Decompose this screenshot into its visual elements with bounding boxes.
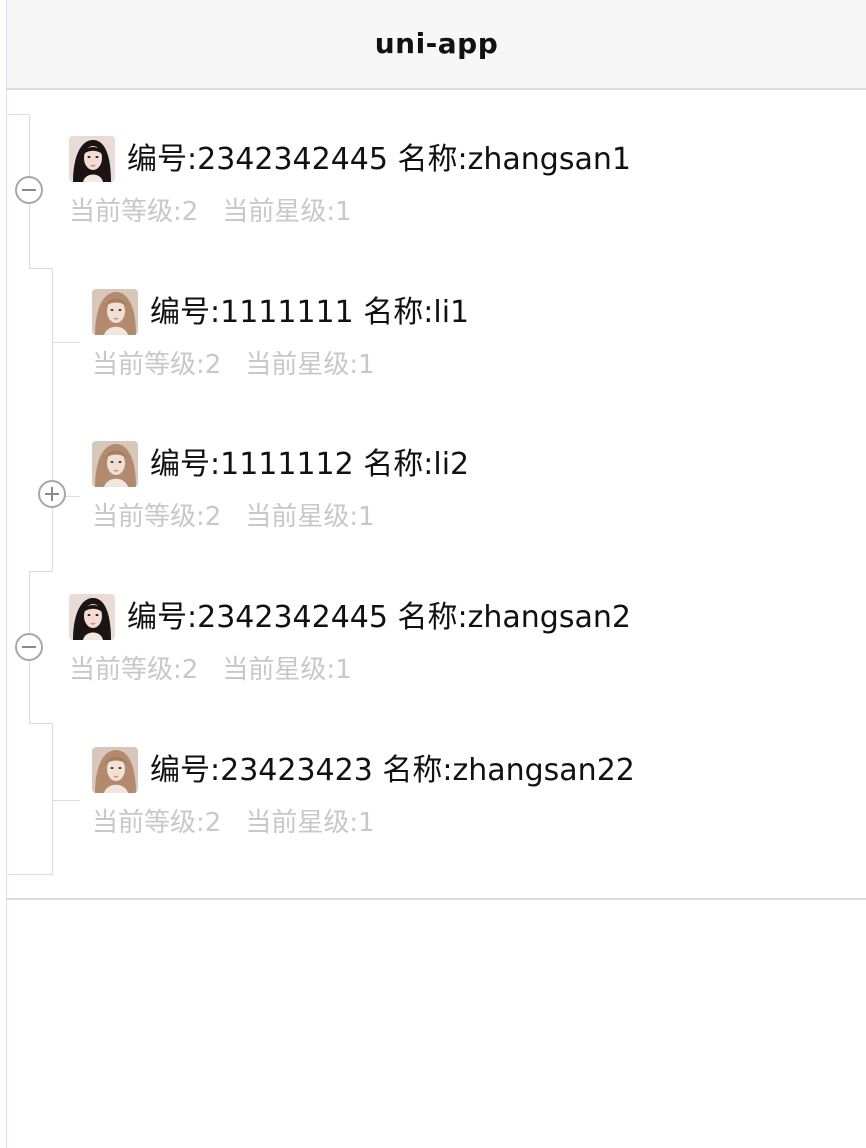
tree-line <box>29 571 52 572</box>
tree-bottom-divider <box>7 898 866 900</box>
window-edge <box>6 0 7 1148</box>
avatar-image <box>92 747 138 793</box>
app-page: uni-app 编号:2342342445 名称:zhangsan1 当前等级:… <box>0 0 866 1148</box>
node-id: 编号:2342342445 <box>127 142 388 177</box>
tree-line <box>7 114 29 115</box>
avatar <box>92 747 138 793</box>
node-id: 编号:2342342445 <box>127 600 388 635</box>
node-id: 编号:1111111 <box>150 295 354 330</box>
node-stars: 当前星级:1 <box>222 197 352 227</box>
node-stars: 当前星级:1 <box>222 655 352 685</box>
page-title: uni-app <box>374 27 499 60</box>
avatar <box>92 441 138 487</box>
node-name: 名称:li2 <box>363 447 470 482</box>
node-meta: 当前等级:2 当前星级:1 <box>92 499 375 535</box>
node-id: 编号:23423423 <box>150 753 373 788</box>
tree-line <box>29 268 52 269</box>
tree-line <box>52 723 53 875</box>
node-level: 当前等级:2 <box>69 655 199 685</box>
node-stars: 当前星级:1 <box>245 350 375 380</box>
node-meta: 当前等级:2 当前星级:1 <box>92 805 375 841</box>
node-title: 编号:23423423 名称:zhangsan22 <box>150 751 635 791</box>
node-meta: 当前等级:2 当前星级:1 <box>69 652 352 688</box>
node-name: 名称:zhangsan2 <box>397 600 631 635</box>
node-stars: 当前星级:1 <box>245 502 375 532</box>
avatar <box>92 289 138 335</box>
node-title: 编号:2342342445 名称:zhangsan2 <box>127 598 631 638</box>
node-name: 名称:li1 <box>363 295 470 330</box>
node-level: 当前等级:2 <box>69 197 199 227</box>
tree-line <box>7 874 53 875</box>
node-id: 编号:1111112 <box>150 447 354 482</box>
node-name: 名称:zhangsan1 <box>397 142 631 177</box>
avatar-image <box>69 594 115 640</box>
node-level: 当前等级:2 <box>92 808 222 838</box>
expand-icon[interactable] <box>38 480 66 508</box>
collapse-icon[interactable] <box>15 633 43 661</box>
node-stars: 当前星级:1 <box>245 808 375 838</box>
tree-line <box>52 342 80 343</box>
tree-line <box>52 800 80 801</box>
node-meta: 当前等级:2 当前星级:1 <box>92 347 375 383</box>
avatar-image <box>69 136 115 182</box>
node-title: 编号:1111112 名称:li2 <box>150 445 469 485</box>
collapse-icon[interactable] <box>15 176 43 204</box>
node-title: 编号:2342342445 名称:zhangsan1 <box>127 140 631 180</box>
node-level: 当前等级:2 <box>92 502 222 532</box>
node-level: 当前等级:2 <box>92 350 222 380</box>
navigation-bar: uni-app <box>7 0 866 90</box>
avatar-image <box>92 289 138 335</box>
avatar-image <box>92 441 138 487</box>
node-title: 编号:1111111 名称:li1 <box>150 293 469 333</box>
tree-line <box>52 268 53 572</box>
avatar <box>69 136 115 182</box>
tree-line <box>29 723 52 724</box>
node-name: 名称:zhangsan22 <box>382 753 635 788</box>
node-meta: 当前等级:2 当前星级:1 <box>69 194 352 230</box>
avatar <box>69 594 115 640</box>
